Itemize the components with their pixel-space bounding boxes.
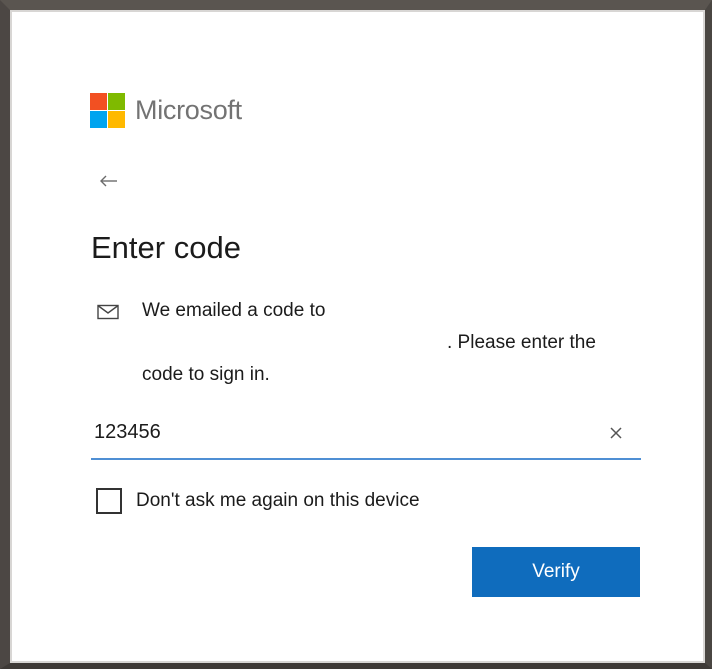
verify-button[interactable]: Verify bbox=[472, 547, 640, 597]
sign-in-dialog: Microsoft Enter code We emailed a code t… bbox=[0, 0, 712, 669]
microsoft-logo-icon bbox=[90, 93, 125, 128]
logo-square-red bbox=[90, 93, 107, 110]
message-line-3: code to sign in. bbox=[142, 364, 270, 385]
microsoft-logo: Microsoft bbox=[90, 93, 242, 128]
message-line-1: We emailed a code to bbox=[142, 300, 326, 321]
back-arrow-icon[interactable] bbox=[98, 170, 120, 192]
message-line-2: . Please enter the bbox=[447, 332, 596, 353]
page-title: Enter code bbox=[91, 230, 241, 265]
remember-device-option[interactable]: Don't ask me again on this device bbox=[96, 488, 420, 514]
remember-device-checkbox[interactable] bbox=[96, 488, 122, 514]
mail-icon bbox=[97, 304, 119, 320]
logo-square-yellow bbox=[108, 111, 125, 128]
code-input[interactable] bbox=[94, 416, 574, 448]
brand-name: Microsoft bbox=[135, 95, 242, 125]
close-icon[interactable] bbox=[607, 424, 625, 442]
code-field bbox=[91, 408, 641, 460]
remember-device-label[interactable]: Don't ask me again on this device bbox=[136, 490, 420, 512]
logo-square-blue bbox=[90, 111, 107, 128]
logo-square-green bbox=[108, 93, 125, 110]
